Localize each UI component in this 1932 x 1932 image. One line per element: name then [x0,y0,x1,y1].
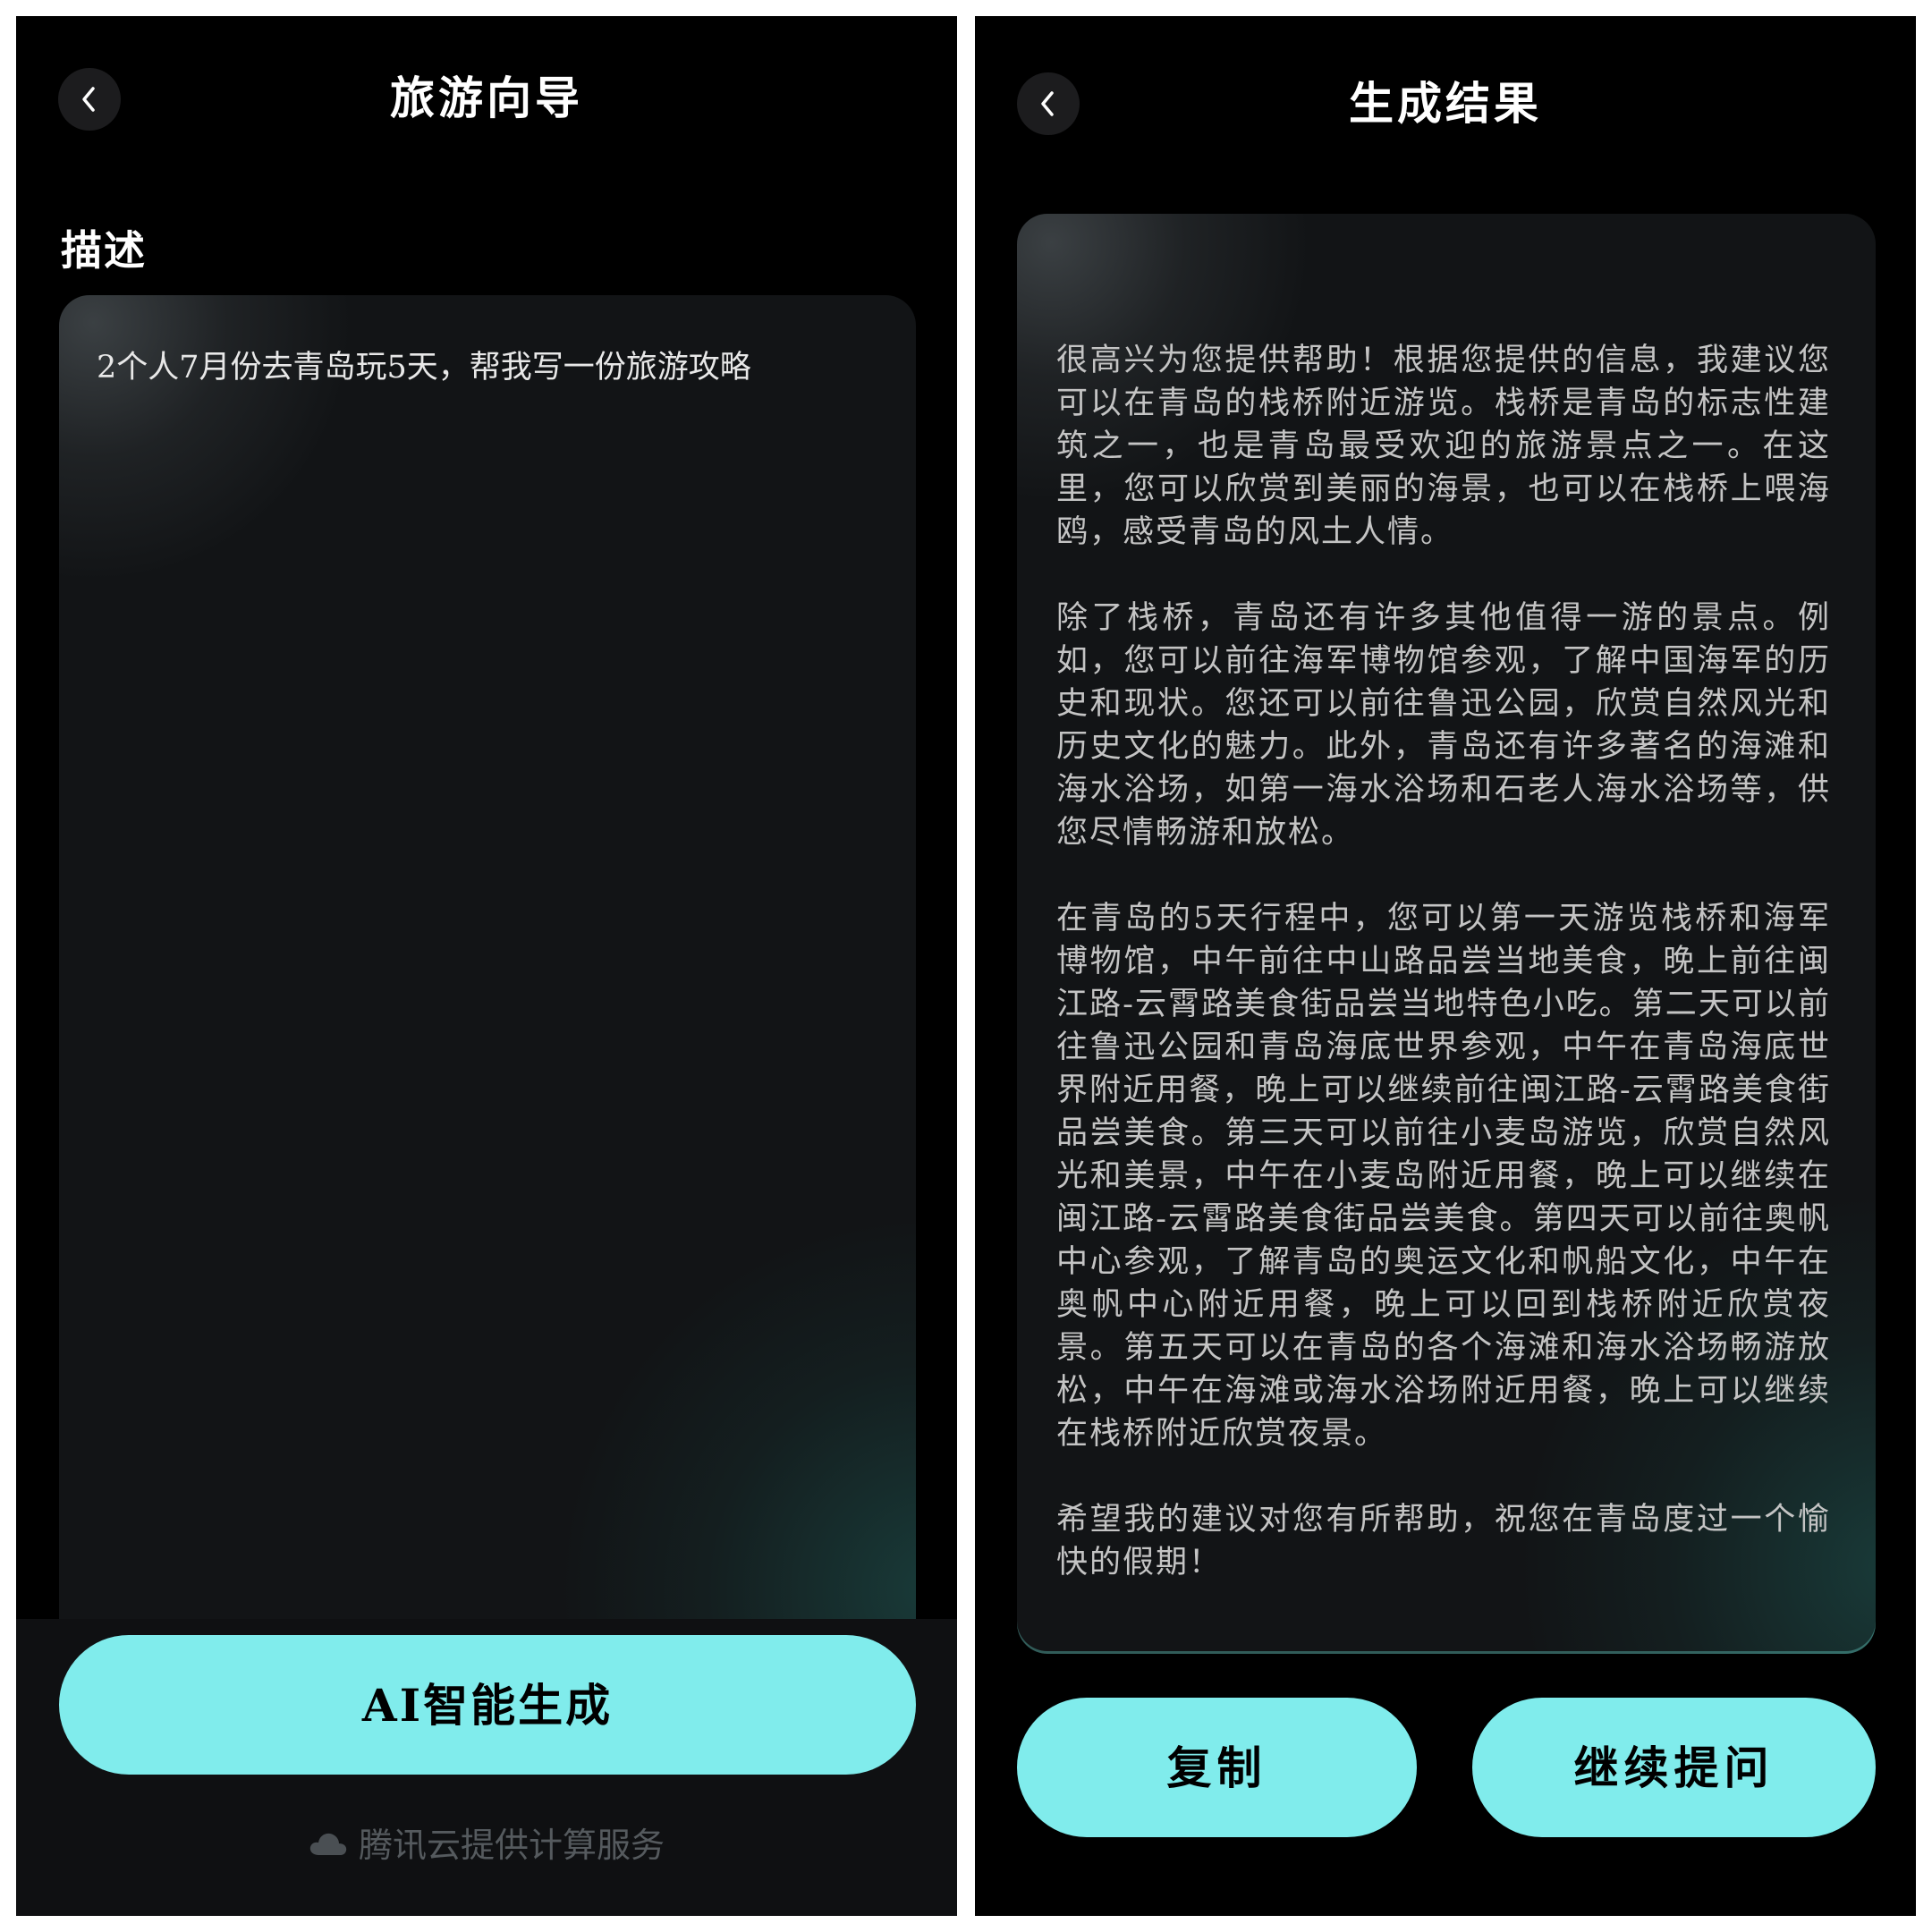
back-button[interactable] [58,68,121,131]
result-screen: 生成结果 很高兴为您提供帮助！根据您提供的信息，我建议您可以在青岛的栈桥附近游览… [975,16,1916,1916]
ai-generate-button[interactable]: AI智能生成 [59,1635,916,1775]
bottom-bar: AI智能生成 腾讯云提供计算服务 [16,1619,957,1916]
description-label: 描述 [61,226,147,275]
result-paragraph: 在青岛的5天行程中，您可以第一天游览栈桥和海军博物馆，中午前往中山路品尝当地美食… [1056,901,1831,1452]
result-paragraph: 很高兴为您提供帮助！根据您提供的信息，我建议您可以在青岛的栈桥附近游览。栈桥是青… [1056,343,1831,550]
continue-asking-button[interactable]: 继续提问 [1472,1698,1876,1837]
copy-button[interactable]: 复制 [1017,1698,1417,1837]
back-button[interactable] [1017,72,1080,135]
cloud-icon [309,1833,347,1855]
page-title: 旅游向导 [390,72,583,124]
chevron-left-icon [82,87,95,112]
chevron-left-icon [1041,91,1054,116]
description-input[interactable]: 2个人7月份去青岛玩5天，帮我写一份旅游攻略 [97,345,884,390]
service-note: 腾讯云提供计算服务 [16,1823,957,1868]
description-card: 2个人7月份去青岛玩5天，帮我写一份旅游攻略 [59,295,916,1673]
result-paragraph: 除了栈桥，青岛还有许多其他值得一游的景点。例如，您可以前往海军博物馆参观，了解中… [1056,600,1831,851]
service-note-text: 腾讯云提供计算服务 [358,1826,665,1865]
result-paragraph: 希望我的建议对您有所帮助，祝您在青岛度过一个愉快的假期！ [1056,1502,1831,1580]
result-text: 很高兴为您提供帮助！根据您提供的信息，我建议您可以在青岛的栈桥附近游览。栈桥是青… [1056,339,1831,1627]
result-card: 很高兴为您提供帮助！根据您提供的信息，我建议您可以在青岛的栈桥附近游览。栈桥是青… [1017,214,1876,1654]
page-title: 生成结果 [1349,77,1542,130]
travel-guide-screen: 旅游向导 描述 2个人7月份去青岛玩5天，帮我写一份旅游攻略 AI智能生成 腾讯… [16,16,957,1916]
